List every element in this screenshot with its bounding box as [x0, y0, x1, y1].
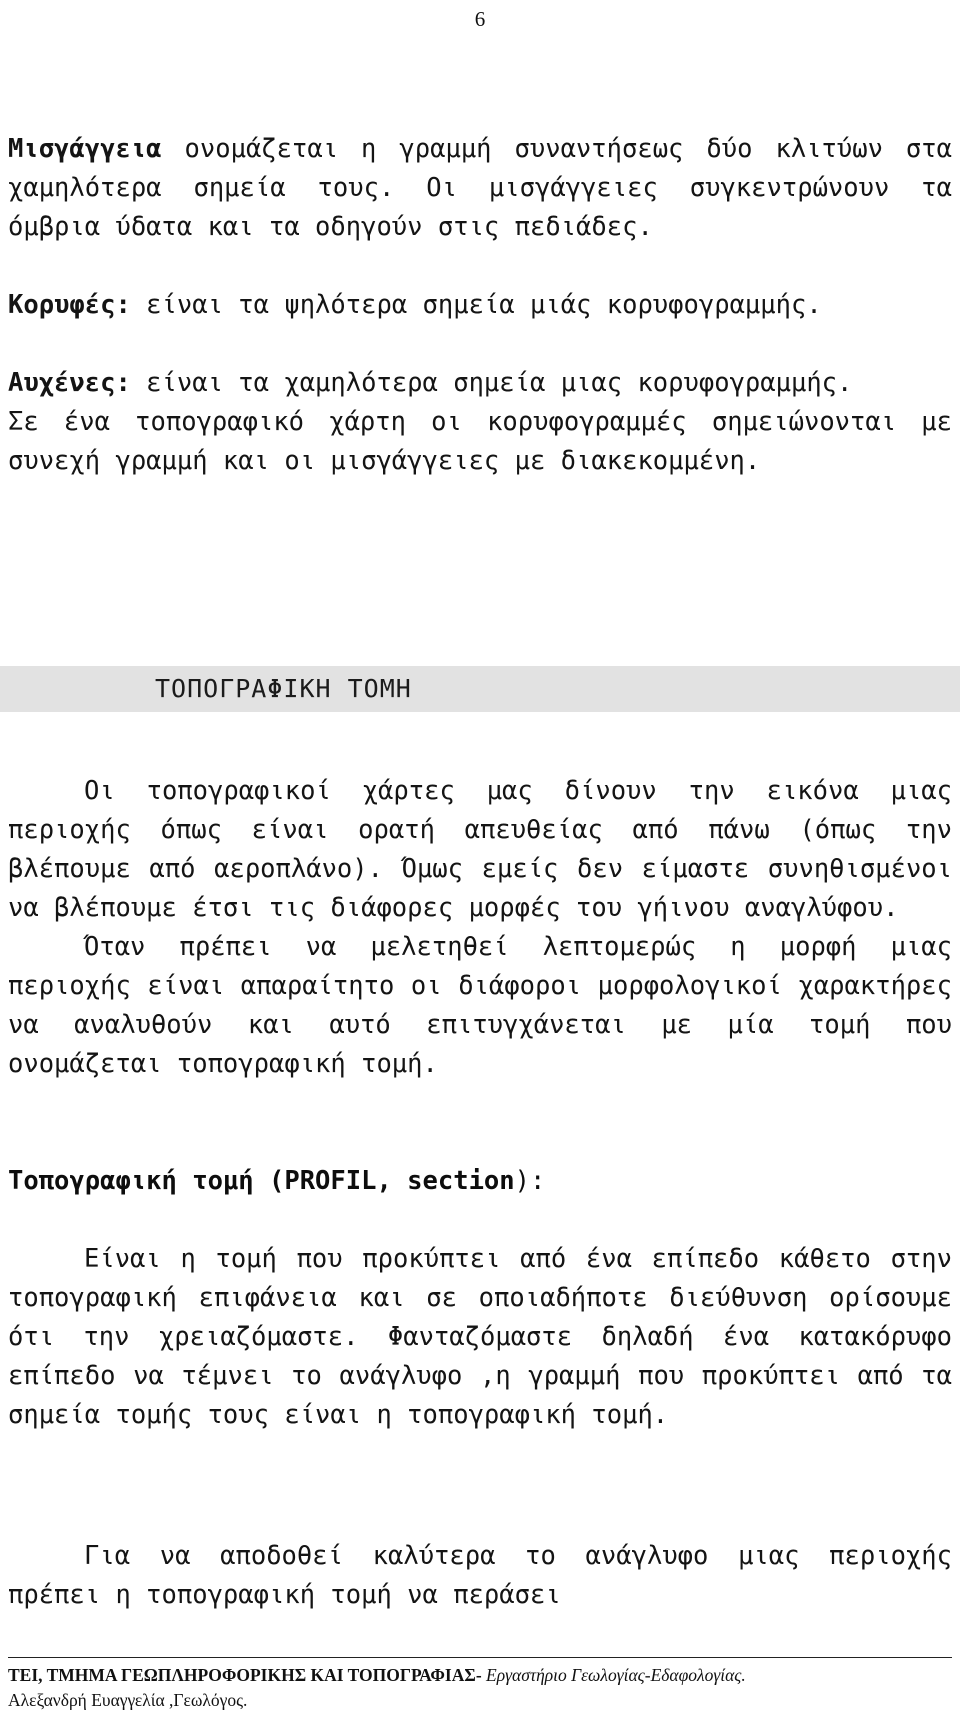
footer-line-department: ΤΕΙ, ΤΜΗΜΑ ΓΕΩΠΛΗΡΟΦΟΡΙΚΗΣ ΚΑΙ ΤΟΠΟΓΡΑΦΙ… — [8, 1663, 952, 1688]
paragraph-relief-rendering: Για να αποδοθεί καλύτερα το ανάγλυφο μια… — [8, 1541, 952, 1610]
paragraph-misgaggeia: Μισγάγγεια ονομάζεται η γραμμή συναντήσε… — [8, 130, 952, 247]
paragraph-block-afxenes: Αυχένες: είναι τα χαμηλότερα σημεία μιας… — [8, 364, 952, 481]
paragraph-block-koryfes: Κορυφές: είναι τα ψηλότερα σημεία μιάς κ… — [8, 286, 952, 325]
term-misgaggeia: Μισγάγγεια — [8, 134, 162, 164]
paragraph-koryfes: Κορυφές: είναι τα ψηλότερα σημεία μιάς κ… — [8, 286, 952, 325]
paragraph-block-detailed-study: Όταν πρέπει να μελετηθεί λεπτομερώς η μο… — [8, 928, 952, 1084]
paragraph-block-maps-view: Οι τοπογραφικοί χάρτες μας δίνουν την ει… — [8, 772, 952, 928]
footer-divider — [8, 1657, 952, 1658]
document-page: 6 Μισγάγγεια ονομάζεται η γραμμή συναντή… — [0, 0, 960, 1727]
paragraph-koryfes-text: είναι τα ψηλότερα σημεία μιάς κορυφογραμ… — [130, 290, 822, 320]
page-footer: ΤΕΙ, ΤΜΗΜΑ ΓΕΩΠΛΗΡΟΦΟΡΙΚΗΣ ΚΑΙ ΤΟΠΟΓΡΑΦΙ… — [8, 1657, 952, 1713]
paragraph-block-misgaggeia: Μισγάγγεια ονομάζεται η γραμμή συναντήσε… — [8, 130, 952, 247]
term-afxenes: Αυχένες: — [8, 368, 131, 398]
heading-profil: Τοπογραφική τομή (PROFIL, section): — [8, 1162, 952, 1201]
paragraph-maps-view: Οι τοπογραφικοί χάρτες μας δίνουν την ει… — [8, 776, 952, 923]
footer-line-author: Αλεξανδρή Ευαγγελία ,Γεωλόγος. — [8, 1690, 248, 1710]
heading-block-profil: Τοπογραφική τομή (PROFIL, section): — [8, 1162, 952, 1201]
footer-department-lab: Εργαστήριο Γεωλογίας-Εδαφολογίας. — [481, 1665, 746, 1685]
paragraph-detailed-study: Όταν πρέπει να μελετηθεί λεπτομερώς η μο… — [8, 932, 952, 1079]
paragraph-block-relief-rendering: Για να αποδοθεί καλύτερα το ανάγλυφο μια… — [8, 1537, 952, 1615]
paragraph-afxenes-text: είναι τα χαμηλότερα σημεία μιας κορυφογρ… — [130, 368, 853, 398]
heading-profil-light: ): — [514, 1166, 546, 1196]
paragraph-block-profil-definition: Είναι η τομή που προκύπτει από ένα επίπε… — [8, 1240, 952, 1435]
paragraph-map-notation: Σε ένα τοπογραφικό χάρτη οι κορυφογραμμέ… — [8, 407, 952, 476]
section-heading-topografiki-tomi: ΤΟΠΟΓΡΑΦΙΚΗ ΤΟΜΗ — [155, 674, 412, 703]
heading-profil-bold: Τοπογραφική τομή (PROFIL, section — [8, 1166, 515, 1196]
term-koryfes: Κορυφές: — [8, 290, 131, 320]
paragraph-profil-definition: Είναι η τομή που προκύπτει από ένα επίπε… — [8, 1244, 952, 1430]
page-number: 6 — [474, 7, 486, 31]
footer-department-bold: ΤΕΙ, ΤΜΗΜΑ ΓΕΩΠΛΗΡΟΦΟΡΙΚΗΣ ΚΑΙ ΤΟΠΟΓΡΑΦΙ… — [8, 1665, 482, 1685]
section-heading-band: ΤΟΠΟΓΡΑΦΙΚΗ ΤΟΜΗ — [0, 666, 960, 712]
paragraph-afxenes: Αυχένες: είναι τα χαμηλότερα σημεία μιας… — [8, 364, 952, 403]
